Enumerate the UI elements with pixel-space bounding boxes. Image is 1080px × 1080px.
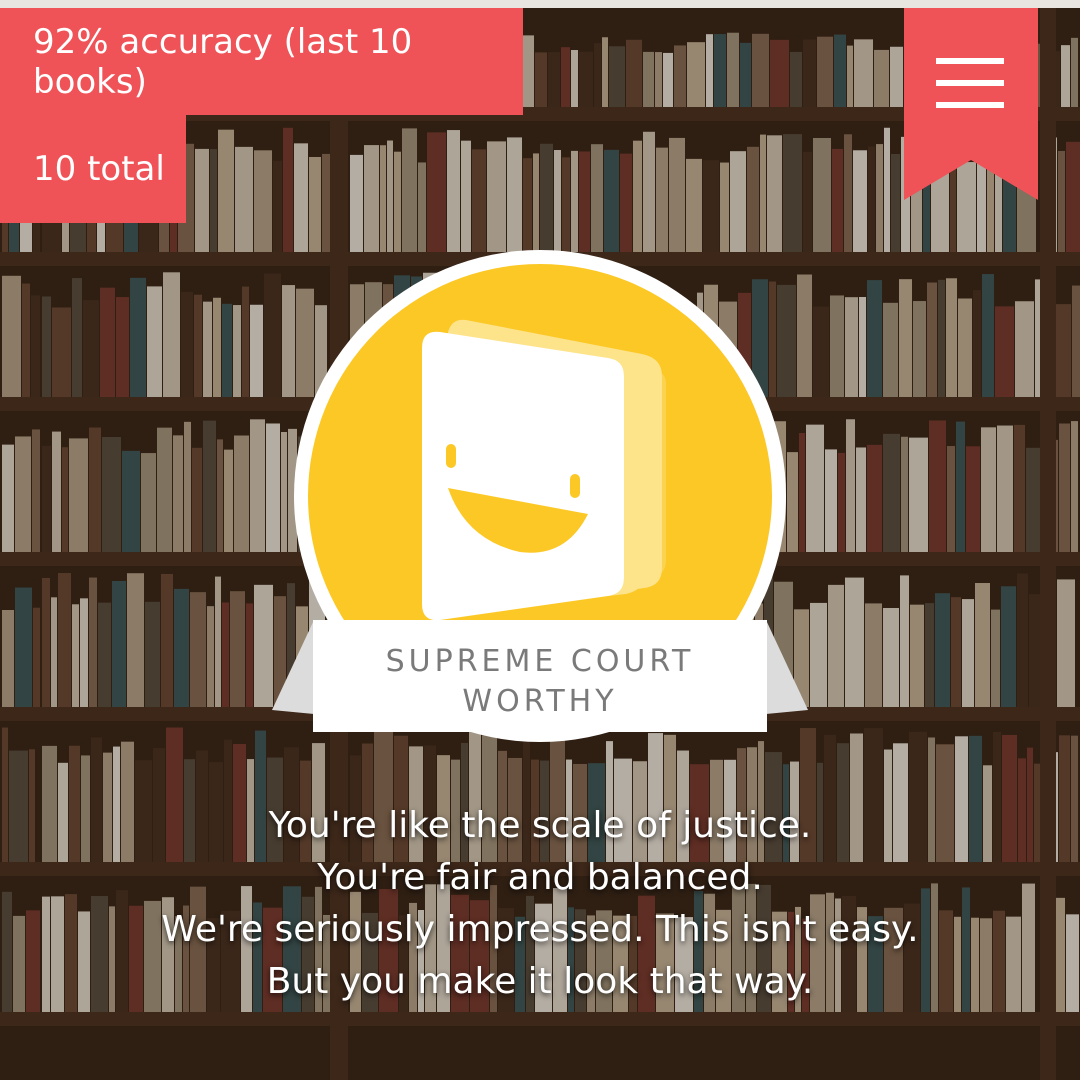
message-line: We're seriously impressed. This isn't ea… (161, 909, 919, 950)
menu-button[interactable] (904, 8, 1038, 200)
accuracy-stat: 92% accuracy (last 10 books) (0, 8, 523, 115)
status-strip (0, 0, 1080, 8)
badge-title-line2: WORTHY (462, 684, 618, 719)
badge-title-line1: SUPREME COURT (385, 644, 695, 679)
smiling-book-icon (422, 319, 666, 621)
result-message: You're like the scale of justice. You're… (0, 800, 1080, 1008)
message-line: You're fair and balanced. (317, 857, 763, 898)
accuracy-label: 92% accuracy (last 10 books) (33, 21, 413, 102)
message-line: You're like the scale of justice. (268, 805, 812, 846)
total-label: 10 total (33, 149, 165, 189)
hamburger-menu-icon[interactable] (904, 8, 1038, 200)
total-stat: 10 total (0, 115, 186, 223)
message-line: But you make it look that way. (266, 961, 814, 1002)
